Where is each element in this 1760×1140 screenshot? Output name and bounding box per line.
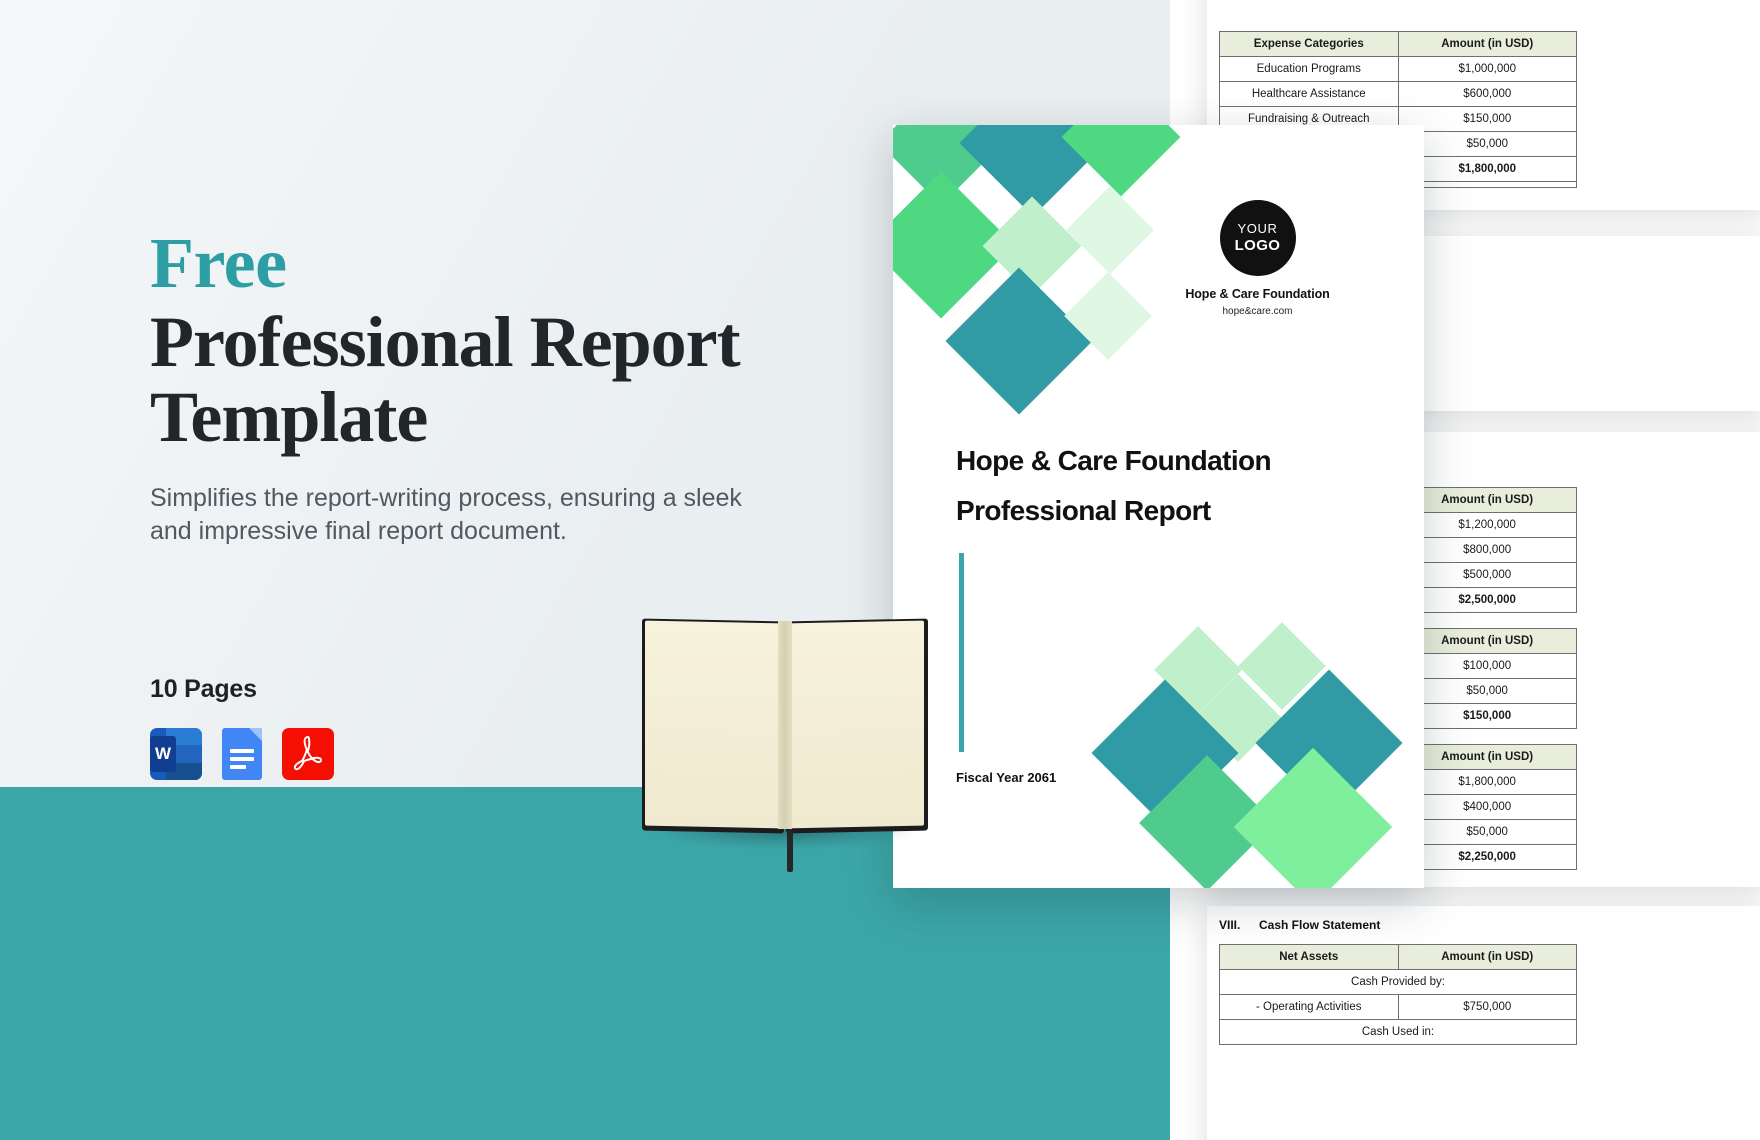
fiscal-year-label: Fiscal Year 2061 (956, 770, 1057, 785)
financial-position-total: $2,500,000 (1397, 587, 1577, 613)
liabilities-total: $150,000 (1397, 703, 1577, 729)
cash-flow-section-number: VIII. (1219, 918, 1241, 932)
expense-category: Healthcare Assistance (1219, 81, 1399, 107)
expense-amount: $50,000 (1397, 131, 1577, 157)
cover-logo-block: YOUR LOGO Hope & Care Foundation hope&ca… (1180, 200, 1335, 317)
expense-amount: $150,000 (1397, 106, 1577, 132)
cash-flow-header-net-assets: Net Assets (1219, 944, 1399, 970)
net-assets-amount: $400,000 (1397, 794, 1577, 820)
notebook-pages-right (788, 620, 924, 829)
cover-accent-rule (959, 553, 964, 752)
cover-title-line-1: Hope & Care Foundation (956, 445, 1272, 476)
report-cover-page[interactable]: YOUR LOGO Hope & Care Foundation hope&ca… (893, 125, 1424, 888)
page-count-label: 10 Pages (150, 675, 257, 703)
promo-text-block: Free Professional Report Template Simpli… (150, 223, 870, 548)
net-assets-header-amount: Amount (in USD) (1397, 744, 1577, 770)
file-format-icon-row: W (150, 728, 334, 780)
table-row: Cash Used in: (1219, 1019, 1577, 1045)
your-logo-badge: YOUR LOGO (1219, 200, 1296, 276)
expense-amount: $1,800,000 (1397, 156, 1577, 182)
table-row: Cash Provided by: (1219, 969, 1577, 995)
liabilities-amount: $100,000 (1397, 653, 1577, 679)
table-row: Healthcare Assistance $600,000 (1219, 81, 1577, 107)
notebook-spine (778, 621, 792, 829)
pdf-icon-glyph (293, 736, 322, 771)
organization-name: Hope & Care Foundation (1185, 287, 1330, 301)
financial-position-amount: $1,200,000 (1397, 512, 1577, 538)
cash-flow-section-title: Cash Flow Statement (1259, 918, 1381, 932)
net-assets-total: $2,250,000 (1397, 844, 1577, 870)
expense-amount: $600,000 (1397, 81, 1577, 107)
cover-title-line-2: Professional Report (956, 494, 1211, 526)
docs-icon-fold (249, 728, 262, 741)
page-title: Professional Report Template (150, 301, 741, 458)
notebook-pages-left (645, 620, 781, 829)
pdf-icon[interactable] (282, 728, 334, 780)
cash-flow-header-amount: Amount (in USD) (1397, 944, 1577, 970)
google-docs-icon[interactable] (216, 728, 268, 780)
background-document-page-4: VIII. Cash Flow Statement Net Assets Amou… (1207, 906, 1760, 1140)
liabilities-header-amount: Amount (in USD) (1397, 628, 1577, 654)
cash-flow-table: Net Assets Amount (in USD) Cash Provided… (1219, 944, 1577, 1045)
table-row: - Operating Activities $750,000 (1219, 994, 1577, 1020)
cash-flow-item-label: - Operating Activities (1219, 994, 1399, 1020)
cash-flow-item-amount: $750,000 (1397, 994, 1577, 1020)
financial-position-header-amount: Amount (in USD) (1397, 487, 1577, 513)
free-badge: Free (150, 223, 287, 303)
table-row: Education Programs $1,000,000 (1219, 56, 1577, 82)
word-icon-letter: W (154, 744, 172, 763)
liabilities-amount: $50,000 (1397, 678, 1577, 704)
cash-flow-group-label: Cash Used in: (1219, 1019, 1577, 1045)
financial-position-amount: $800,000 (1397, 537, 1577, 563)
notebook-elastic-band (787, 830, 793, 872)
cash-flow-group-label: Cash Provided by: (1219, 969, 1577, 995)
cash-flow-section-heading: VIII. Cash Flow Statement (1219, 918, 1380, 932)
financial-position-amount: $500,000 (1397, 562, 1577, 588)
logo-line-1: YOUR (1237, 220, 1278, 236)
expense-amount: $1,000,000 (1397, 56, 1577, 82)
open-notebook-image (640, 612, 930, 872)
docs-icon-line (230, 765, 246, 769)
net-assets-amount: $50,000 (1397, 819, 1577, 845)
pages-and-formats-block: 10 Pages W (150, 675, 334, 780)
logo-line-2: LOGO (1234, 236, 1281, 254)
expenses-header-amount: Amount (in USD) (1397, 31, 1577, 57)
screenshot-stage: Total Revenue $2,500,000 Expense Categor… (0, 0, 1760, 1140)
docs-icon-line (230, 749, 254, 753)
cover-title: Hope & Care Foundation Professional Repo… (956, 436, 1356, 536)
docs-icon-line (230, 757, 254, 761)
word-icon[interactable]: W (150, 728, 202, 780)
promo-subtitle: Simplifies the report-writing process, e… (150, 483, 742, 545)
expenses-header-category: Expense Categories (1219, 31, 1399, 57)
net-assets-amount: $1,800,000 (1397, 769, 1577, 795)
expense-category: Education Programs (1219, 56, 1399, 82)
organization-website: hope&care.com (1222, 306, 1293, 317)
